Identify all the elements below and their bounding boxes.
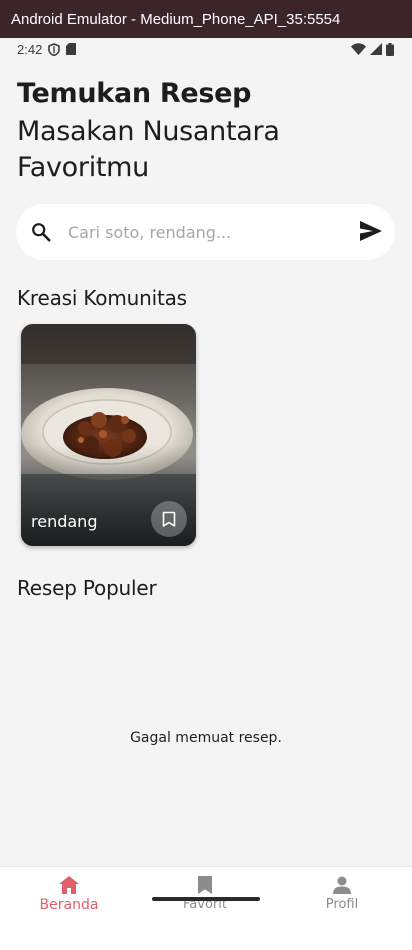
phone-screen: 2:42 Temukan Resep Masakan Nusantara Fav… <box>0 38 412 950</box>
popular-error-message: Gagal memuat resep. <box>130 730 282 746</box>
shield-icon <box>48 42 61 56</box>
wifi-icon <box>351 43 366 55</box>
status-time: 2:42 <box>17 41 43 57</box>
section-title-community: Kreasi Komunitas <box>17 286 187 310</box>
bottom-navigation: Beranda Favorit Profil <box>0 866 412 950</box>
battery-icon <box>386 42 394 56</box>
home-icon <box>58 875 80 895</box>
send-icon[interactable] <box>359 220 383 242</box>
nav-item-beranda[interactable]: Beranda <box>14 875 124 913</box>
nav-item-favorit[interactable]: Favorit <box>150 875 260 912</box>
status-bar: 2:42 <box>0 38 412 60</box>
nav-label-beranda: Beranda <box>39 897 99 913</box>
search-bar <box>16 204 395 260</box>
search-input[interactable] <box>68 218 348 246</box>
search-icon <box>30 221 52 243</box>
community-card[interactable]: rendang <box>21 324 196 546</box>
nav-item-profil[interactable]: Profil <box>287 875 397 912</box>
person-icon <box>332 875 352 895</box>
emulator-window-title: Android Emulator - Medium_Phone_API_35:5… <box>0 0 412 38</box>
hero-title: Temukan Resep <box>17 78 252 109</box>
signal-icon <box>370 43 382 55</box>
home-indicator[interactable] <box>152 897 260 901</box>
hero-subtitle: Masakan Nusantara Favoritmu <box>17 116 280 183</box>
sd-card-icon <box>66 43 77 55</box>
bookmark-outline-icon <box>162 511 176 528</box>
bookmark-icon <box>197 875 213 895</box>
nav-label-profil: Profil <box>325 897 359 912</box>
card-label: rendang <box>31 512 98 531</box>
bookmark-button[interactable] <box>151 501 187 537</box>
section-title-popular: Resep Populer <box>17 576 157 600</box>
